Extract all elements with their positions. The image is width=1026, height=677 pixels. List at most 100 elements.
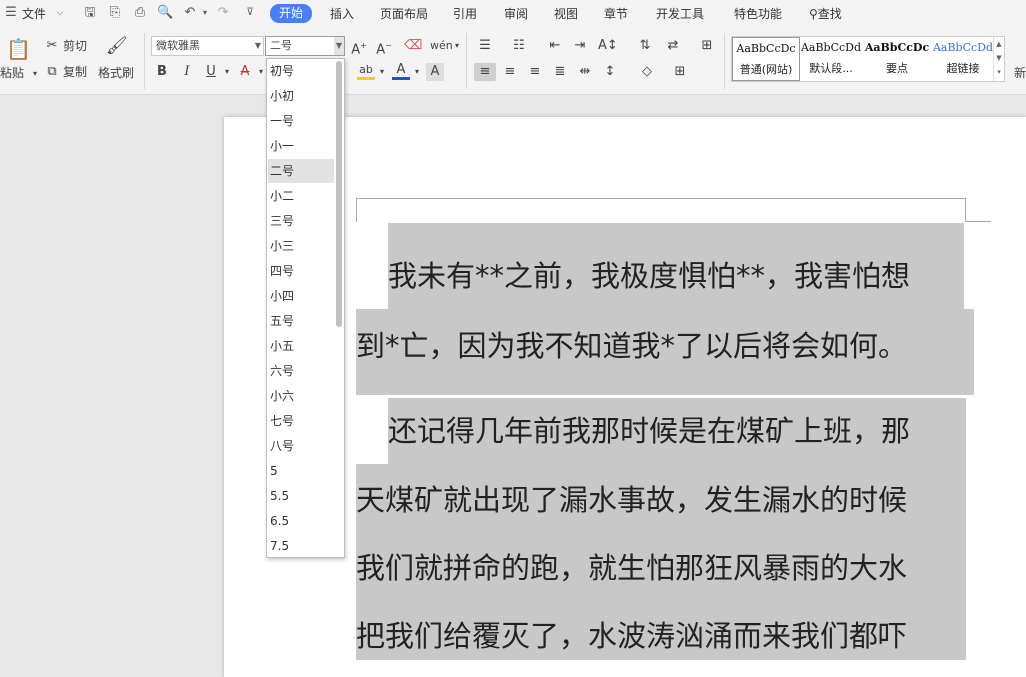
undo-icon[interactable]: ↶ — [182, 5, 198, 21]
borders-icon[interactable]: ⊞ — [671, 63, 689, 81]
show-marks-icon[interactable]: ⇄ — [664, 37, 682, 55]
style-name: 要点 — [886, 62, 908, 75]
copy-button[interactable]: 复制 — [63, 64, 87, 80]
print-icon[interactable]: ⎙ — [132, 5, 148, 21]
tab-review[interactable]: 审阅 — [504, 5, 528, 23]
tab-developer[interactable]: 开发工具 — [656, 5, 704, 23]
grow-font-icon[interactable]: A+ — [350, 37, 368, 57]
font-name-value: 微软雅黑 — [156, 39, 200, 52]
paragraph-line[interactable]: 我未有**之前，我极度惧怕**，我害怕想 — [388, 242, 998, 311]
align-center-icon[interactable]: ≡ — [501, 63, 519, 81]
hamburger-menu-icon[interactable]: ☰ — [3, 5, 19, 21]
paragraph-line[interactable]: 天煤矿就出现了漏水事故，发生漏水的时候 — [356, 466, 966, 535]
increase-indent-icon[interactable]: ⇥ — [571, 37, 589, 55]
font-size-option[interactable]: 5.5 — [268, 484, 334, 508]
paragraph-line[interactable]: 到*亡，因为我不知道我*了以后将会如何。 — [356, 312, 966, 381]
font-size-option[interactable]: 小初 — [268, 84, 334, 108]
font-size-option[interactable]: 小一 — [268, 134, 334, 158]
font-size-option[interactable]: 初号 — [268, 59, 334, 83]
distribute-icon[interactable]: ⇹ — [576, 63, 594, 81]
paste-icon[interactable]: 📋 — [6, 37, 31, 61]
paste-button[interactable]: 粘贴 — [0, 65, 24, 81]
style-name: 普通(网站) — [739, 63, 793, 76]
bullet-list-icon[interactable]: ☰ — [476, 37, 494, 55]
chevron-down-icon[interactable]: ▾ — [373, 63, 391, 81]
style-hyperlink[interactable]: AaBbCcDd 超链接 — [930, 37, 996, 81]
font-size-option[interactable]: 五号 — [268, 309, 334, 333]
font-size-option[interactable]: 小六 — [268, 384, 334, 408]
paragraph-line[interactable]: 把我们给覆灭了，水波涛汹涌而来我们都吓 — [356, 602, 966, 671]
bold-icon[interactable]: B — [153, 63, 171, 81]
table-border-icon[interactable]: ⊞ — [698, 37, 716, 55]
styles-scroll[interactable]: ▲ ▼ ▾ — [993, 37, 1004, 81]
justify-icon[interactable]: ≣ — [551, 63, 569, 81]
align-left-icon[interactable]: ≡ — [474, 63, 496, 81]
crop-mark — [965, 221, 991, 222]
phonetic-guide-icon[interactable]: wén — [430, 37, 453, 55]
font-size-option[interactable]: 一号 — [268, 109, 334, 133]
character-shading-icon[interactable]: A — [426, 63, 444, 81]
new-style-button[interactable]: 新 — [1014, 65, 1026, 81]
font-name-combo[interactable]: 微软雅黑 ▼ — [151, 36, 264, 56]
chevron-down-icon[interactable]: ▾ — [448, 37, 466, 55]
paragraph-line[interactable]: 还记得几年前我那时候是在煤矿上班，那 — [388, 397, 998, 466]
tab-insert[interactable]: 插入 — [330, 5, 354, 23]
print-preview-icon[interactable]: 🔍 — [157, 5, 173, 21]
cut-button[interactable]: 剪切 — [63, 38, 87, 54]
font-size-option[interactable]: 八号 — [268, 434, 334, 458]
font-size-option[interactable]: 小四 — [268, 284, 334, 308]
file-menu[interactable]: 文件 — [22, 5, 46, 23]
style-strong[interactable]: AaBbCcDc 要点 — [864, 37, 930, 81]
font-size-option[interactable]: 小二 — [268, 184, 334, 208]
scissors-icon[interactable]: ✂ — [43, 37, 61, 55]
dropdown-scrollbar[interactable] — [336, 61, 342, 327]
font-size-option[interactable]: 小五 — [268, 334, 334, 358]
search-icon: ⚲ — [809, 7, 818, 21]
export-icon[interactable]: ⎘ — [107, 5, 123, 21]
redo-icon[interactable]: ↷ — [215, 5, 231, 21]
search-button[interactable]: ⚲查找 — [809, 5, 842, 23]
chevron-down-icon[interactable]: ▼ — [255, 37, 261, 55]
tab-home[interactable]: 开始 — [270, 4, 313, 23]
style-normal-web[interactable]: AaBbCcDc 普通(网站) — [732, 37, 800, 81]
save-icon[interactable]: 🖫 — [82, 5, 98, 21]
tab-references[interactable]: 引用 — [453, 5, 477, 23]
undo-dropdown-icon[interactable]: ▾ — [197, 5, 213, 21]
font-size-option[interactable]: 六号 — [268, 359, 334, 383]
paste-dropdown-icon[interactable]: ▾ — [26, 65, 44, 83]
tab-view[interactable]: 视图 — [554, 5, 578, 23]
font-size-option[interactable]: 七号 — [268, 409, 334, 433]
shrink-font-icon[interactable]: A− — [375, 37, 393, 57]
copy-icon[interactable]: ⧉ — [43, 63, 61, 81]
font-size-option[interactable]: 5 — [268, 459, 334, 483]
crop-mark — [965, 198, 966, 222]
align-right-icon[interactable]: ≡ — [526, 63, 544, 81]
font-size-option[interactable]: 三号 — [268, 209, 334, 233]
font-size-option[interactable]: 四号 — [268, 259, 334, 283]
shading-icon[interactable]: ◇ — [638, 63, 656, 81]
chevron-down-icon[interactable]: ▾ — [218, 63, 236, 81]
italic-icon[interactable]: I — [178, 63, 196, 81]
chevron-down-icon[interactable]: ⌵ — [52, 5, 68, 21]
tab-page-layout[interactable]: 页面布局 — [380, 5, 428, 23]
tab-special-features[interactable]: 特色功能 — [734, 5, 782, 23]
sort-icon[interactable]: ⇅ — [636, 37, 654, 55]
line-spacing-icon[interactable]: ↕ — [601, 63, 619, 81]
tab-chapter[interactable]: 章节 — [604, 5, 628, 23]
chevron-down-icon[interactable]: ▼ — [334, 37, 344, 55]
font-size-option[interactable]: 小三 — [268, 234, 334, 258]
numbered-list-icon[interactable]: ☷ — [510, 37, 528, 55]
text-direction-icon[interactable]: A↕ — [598, 37, 618, 55]
format-painter-icon[interactable]: 🖌 — [106, 37, 128, 55]
clear-format-icon[interactable]: ⌫ — [404, 37, 422, 55]
chevron-down-icon[interactable]: ▾ — [408, 63, 426, 81]
format-painter-button[interactable]: 格式刷 — [98, 65, 134, 81]
decrease-indent-icon[interactable]: ⇤ — [546, 37, 564, 55]
font-size-option-selected[interactable]: 二号 — [268, 159, 334, 183]
paragraph-line[interactable]: 我们就拼命的跑，就生怕那狂风暴雨的大水 — [356, 534, 966, 603]
font-size-option[interactable]: 7.5 — [268, 534, 334, 557]
font-size-combo[interactable]: 二号 ▼ — [265, 36, 345, 56]
style-default-paragraph[interactable]: AaBbCcDd 默认段... — [798, 37, 864, 81]
font-size-option[interactable]: 6.5 — [268, 509, 334, 533]
customize-toolbar-icon[interactable]: ⊽ — [242, 5, 258, 21]
